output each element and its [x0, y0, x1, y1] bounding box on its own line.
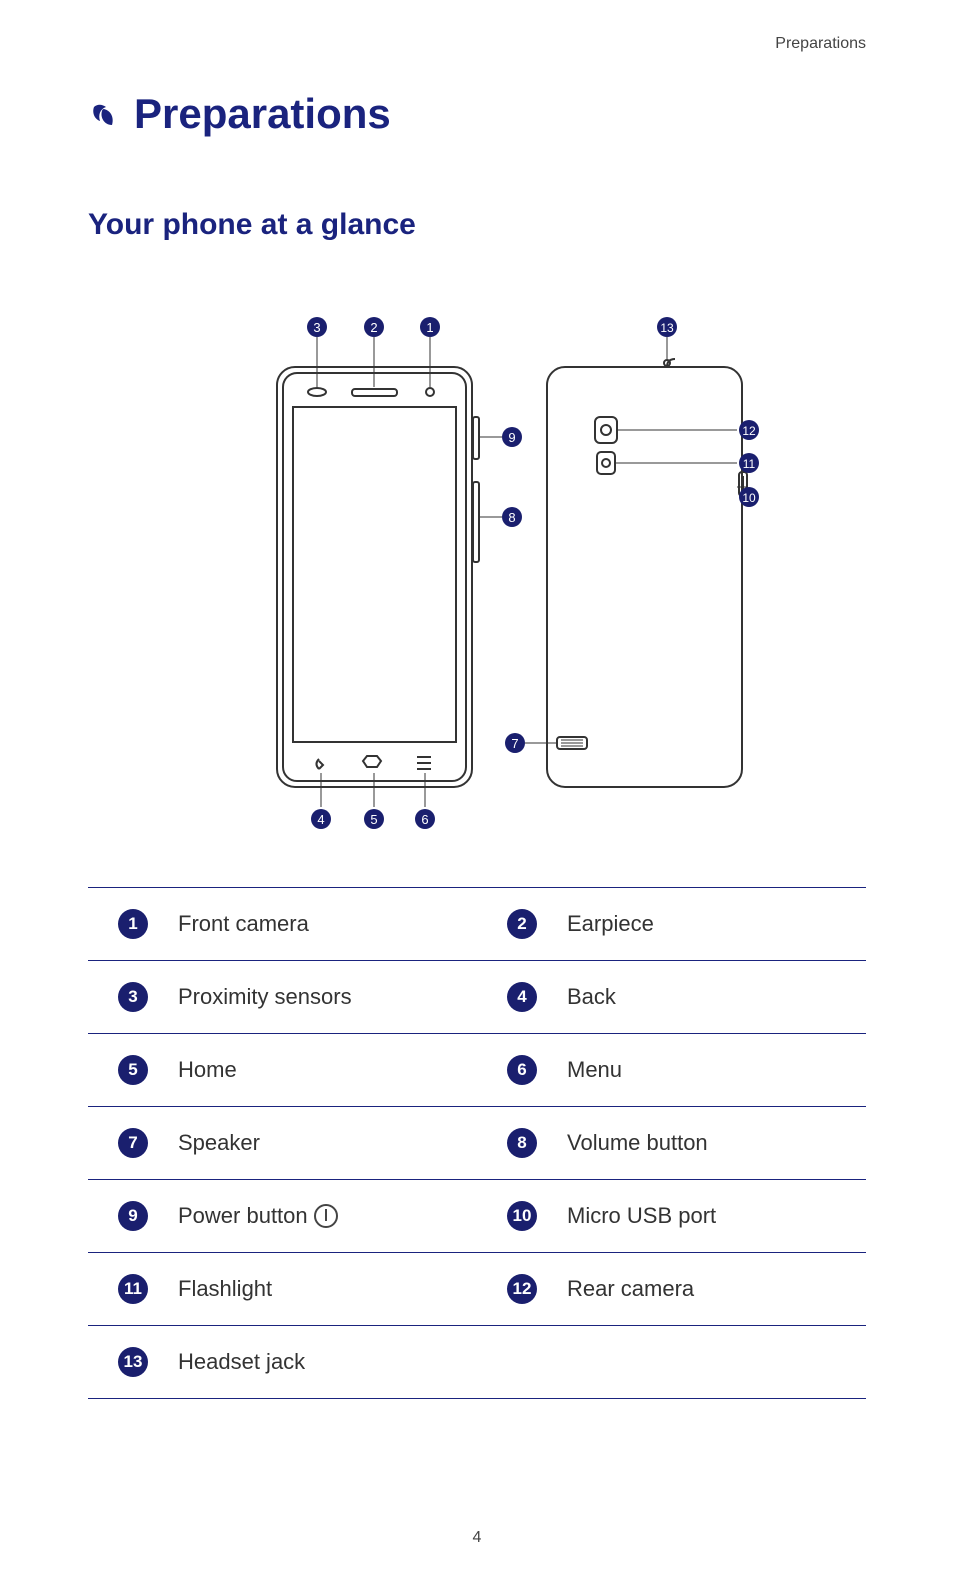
callout-12: 12	[742, 424, 756, 438]
legend-label: Volume button	[567, 1120, 866, 1166]
power-icon	[314, 1204, 338, 1228]
table-row: 3 Proximity sensors 4 Back	[88, 960, 866, 1033]
legend-label: Proximity sensors	[178, 974, 477, 1020]
callout-10: 10	[742, 491, 756, 505]
page-header: Preparations	[775, 35, 866, 53]
table-row: 1 Front camera 2 Earpiece	[88, 887, 866, 960]
logo-icon	[88, 97, 122, 131]
table-row: 13 Headset jack	[88, 1325, 866, 1399]
legend-num-7: 7	[118, 1128, 148, 1158]
legend-label: Front camera	[178, 901, 477, 947]
callout-9: 9	[508, 430, 515, 445]
legend-num-5: 5	[118, 1055, 148, 1085]
callout-1: 1	[426, 320, 433, 335]
legend-num-3: 3	[118, 982, 148, 1012]
table-row: 5 Home 6 Menu	[88, 1033, 866, 1106]
legend-num-9: 9	[118, 1201, 148, 1231]
legend-label: Headset jack	[178, 1339, 477, 1385]
legend-label: Micro USB port	[567, 1193, 866, 1239]
legend-num-12: 12	[507, 1274, 538, 1304]
callout-8: 8	[508, 510, 515, 525]
chapter-heading: Preparations	[88, 90, 866, 138]
callout-13: 13	[660, 321, 674, 335]
callout-7: 7	[511, 736, 518, 751]
legend-num-13: 13	[118, 1347, 149, 1377]
legend-num-2: 2	[507, 909, 537, 939]
callout-11: 11	[743, 457, 756, 471]
legend-label: Power button	[178, 1193, 477, 1239]
legend-num-8: 8	[507, 1128, 537, 1158]
chapter-title: Preparations	[134, 90, 391, 138]
callout-3: 3	[313, 320, 320, 335]
legend-label: Home	[178, 1047, 477, 1093]
table-row: 9 Power button 10 Micro USB port	[88, 1179, 866, 1252]
table-row: 7 Speaker 8 Volume button	[88, 1106, 866, 1179]
legend-table: 1 Front camera 2 Earpiece 3 Proximity se…	[88, 887, 866, 1399]
legend-label: Rear camera	[567, 1266, 866, 1312]
legend-num-11: 11	[118, 1274, 148, 1304]
legend-num-10: 10	[507, 1201, 538, 1231]
callout-2: 2	[370, 320, 377, 335]
legend-text: Power button	[178, 1203, 308, 1229]
page-number: 4	[0, 1529, 954, 1547]
legend-label: Speaker	[178, 1120, 477, 1166]
legend-num-4: 4	[507, 982, 537, 1012]
legend-num-1: 1	[118, 909, 148, 939]
legend-label: Back	[567, 974, 866, 1020]
phone-diagram: 3 2 1 9 8 4 5 6	[88, 297, 866, 857]
table-row: 11 Flashlight 12 Rear camera	[88, 1252, 866, 1325]
legend-label: Earpiece	[567, 901, 866, 947]
callout-4: 4	[317, 812, 324, 827]
section-title: Your phone at a glance	[88, 208, 866, 242]
callout-6: 6	[421, 812, 428, 827]
callout-5: 5	[370, 812, 377, 827]
legend-label: Flashlight	[178, 1266, 477, 1312]
legend-num-6: 6	[507, 1055, 537, 1085]
legend-label: Menu	[567, 1047, 866, 1093]
